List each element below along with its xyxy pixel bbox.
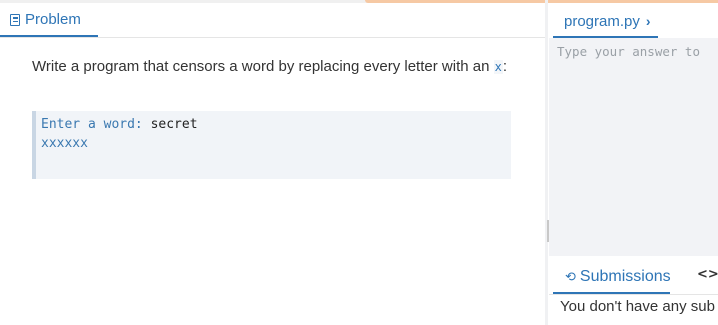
file-tab-label: program.py — [564, 12, 640, 30]
code-brackets-icon[interactable]: <> — [697, 267, 718, 282]
editor-placeholder: Type your answer to — [557, 44, 700, 59]
no-submissions-text: You don't have any sub — [560, 298, 715, 315]
history-icon: ⟲ — [565, 269, 576, 284]
problem-description: Write a program that censors a word by r… — [32, 55, 512, 79]
tab-problem[interactable]: Problem — [0, 4, 98, 37]
tab-problem-label: Problem — [25, 11, 81, 28]
example-line-1: Enter a word: secret — [41, 115, 511, 134]
code-editor[interactable]: Type your answer to — [549, 38, 718, 256]
pane-divider[interactable] — [545, 0, 548, 325]
document-icon — [10, 13, 20, 26]
inline-code: x — [493, 60, 503, 74]
tab-divider-line — [0, 37, 545, 38]
top-accent-bar — [365, 0, 718, 3]
tab-submissions[interactable]: ⟲ Submissions — [553, 262, 671, 294]
example-output-box: Enter a word: secret xxxxxx — [32, 111, 511, 179]
example-output: xxxxxx — [41, 136, 88, 151]
problem-text-before: Write a program that censors a word by r… — [32, 58, 494, 75]
problem-text-after: : — [502, 58, 508, 75]
submissions-tab-label: Submissions — [579, 268, 671, 285]
submissions-divider-line — [549, 294, 718, 295]
example-input: secret — [142, 117, 198, 132]
tab-program-file[interactable]: program.py › — [553, 6, 658, 38]
example-prompt: Enter a word: — [41, 117, 143, 132]
chevron-right-icon: › — [645, 13, 651, 29]
